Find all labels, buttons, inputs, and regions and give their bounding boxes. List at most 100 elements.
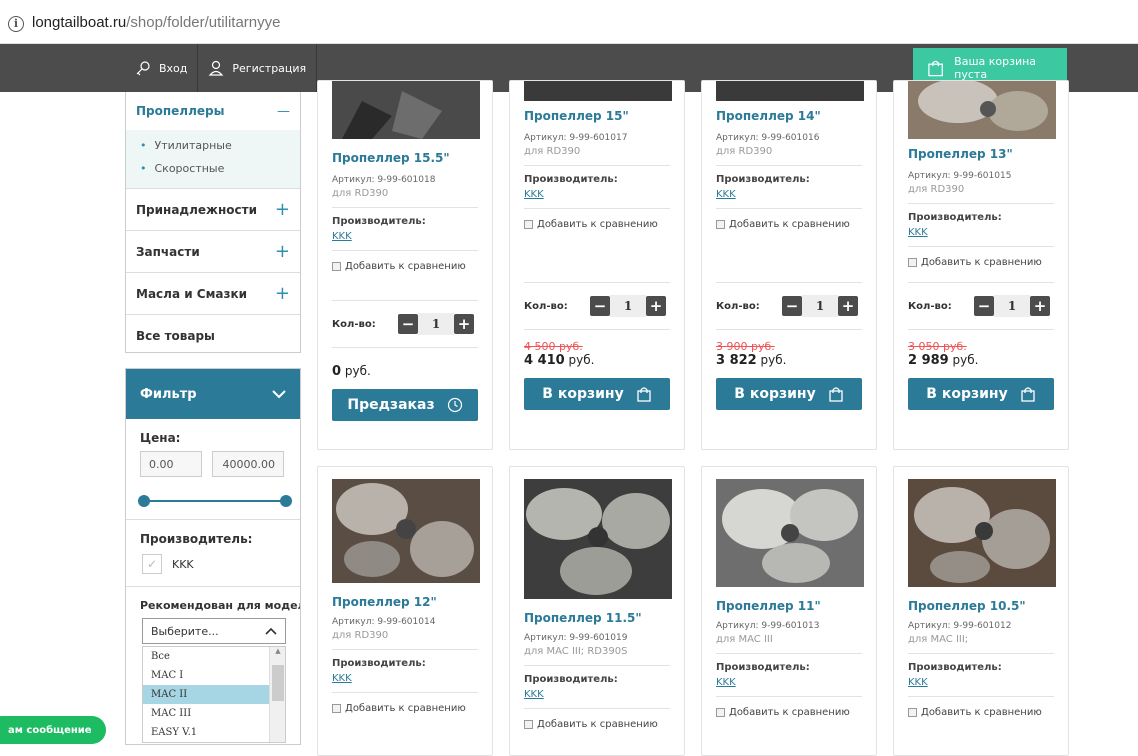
expand-icon[interactable]: + <box>275 241 290 262</box>
subcategory-speed[interactable]: Скоростные <box>126 157 300 180</box>
checkbox[interactable] <box>908 708 917 717</box>
register-link[interactable]: Регистрация <box>198 44 318 92</box>
maker-link[interactable]: KKK <box>702 189 876 200</box>
compare-checkbox[interactable]: Добавить к сравнению <box>510 719 684 730</box>
maker-link[interactable]: KKK <box>318 673 492 684</box>
model-option[interactable]: MAC III <box>143 704 270 723</box>
checkbox[interactable] <box>332 704 341 713</box>
checkbox[interactable] <box>332 262 341 271</box>
product-card[interactable]: Пропеллер 11.5" Артикул: 9-99-601019 для… <box>509 466 685 756</box>
product-image[interactable] <box>524 479 672 599</box>
product-name[interactable]: Пропеллер 10.5" <box>894 599 1068 613</box>
quantity-input[interactable]: 1 <box>610 295 646 317</box>
checkbox[interactable] <box>524 220 533 229</box>
checkbox[interactable] <box>716 708 725 717</box>
model-option[interactable]: MAC I <box>143 666 270 685</box>
compare-checkbox[interactable]: Добавить к сравнению <box>702 219 876 230</box>
minus-button[interactable]: − <box>590 296 610 316</box>
maker-link[interactable]: KKK <box>318 231 492 242</box>
category-propellers[interactable]: Пропеллеры — <box>126 100 300 122</box>
product-image[interactable] <box>332 479 480 583</box>
checkbox[interactable] <box>716 220 725 229</box>
chevron-down-icon[interactable] <box>272 389 286 399</box>
model-option[interactable]: EASY V.1 <box>143 723 270 742</box>
product-name[interactable]: Пропеллер 15" <box>510 109 684 123</box>
category-oils[interactable]: Масла и Смазки + <box>126 273 300 315</box>
model-option[interactable]: Все <box>143 647 270 666</box>
model-option-selected[interactable]: MAC II <box>143 685 270 704</box>
product-card[interactable]: Пропеллер 10.5" Артикул: 9-99-601012 для… <box>893 466 1069 756</box>
product-name[interactable]: Пропеллер 13" <box>894 147 1068 161</box>
minus-button[interactable]: − <box>782 296 802 316</box>
maker-link[interactable]: KKK <box>510 189 684 200</box>
product-name[interactable]: Пропеллер 12" <box>318 595 492 609</box>
filter-header[interactable]: Фильтр <box>126 369 300 419</box>
product-card[interactable]: Пропеллер 11" Артикул: 9-99-601013 для M… <box>701 466 877 756</box>
price-max-input[interactable]: 40000.00 <box>212 451 284 477</box>
product-name[interactable]: Пропеллер 15.5" <box>318 151 492 165</box>
compare-checkbox[interactable]: Добавить к сравнению <box>510 219 684 230</box>
browser-url-bar[interactable]: i longtailboat.ru/shop/folder/utilitarny… <box>0 0 1138 44</box>
plus-button[interactable]: + <box>454 314 474 334</box>
quantity-input[interactable]: 1 <box>418 313 454 335</box>
product-card[interactable]: Пропеллер 13" Артикул: 9-99-601015 для R… <box>893 80 1069 450</box>
product-name[interactable]: Пропеллер 11" <box>702 599 876 613</box>
maker-link[interactable]: KKK <box>510 689 684 700</box>
product-name[interactable]: Пропеллер 11.5" <box>510 611 684 625</box>
maker-link[interactable]: KKK <box>894 227 1068 238</box>
product-name[interactable]: Пропеллер 14" <box>702 109 876 123</box>
subcategory-utility[interactable]: Утилитарные <box>126 134 300 157</box>
collapse-icon[interactable]: — <box>277 104 290 119</box>
compare-checkbox[interactable]: Добавить к сравнению <box>894 257 1068 268</box>
plus-button[interactable]: + <box>646 296 666 316</box>
info-icon[interactable]: i <box>8 16 24 32</box>
price-min-input[interactable]: 0.00 <box>140 451 202 477</box>
compare-checkbox[interactable]: Добавить к сравнению <box>702 707 876 718</box>
product-image[interactable] <box>524 81 672 101</box>
checkbox[interactable] <box>524 720 533 729</box>
category-parts[interactable]: Запчасти + <box>126 231 300 273</box>
plus-button[interactable]: + <box>838 296 858 316</box>
checkbox[interactable] <box>908 258 917 267</box>
compare-checkbox[interactable]: Добавить к сравнению <box>318 261 492 272</box>
slider-min-handle[interactable] <box>138 495 150 507</box>
product-image[interactable] <box>908 81 1056 139</box>
product-image[interactable] <box>332 81 480 139</box>
minus-button[interactable]: − <box>974 296 994 316</box>
slider-max-handle[interactable] <box>280 495 292 507</box>
product-image[interactable] <box>908 479 1056 587</box>
category-accessories[interactable]: Принадлежности + <box>126 189 300 231</box>
add-to-cart-button[interactable]: В корзину <box>908 378 1054 410</box>
chat-widget-button[interactable]: ам сообщение <box>0 716 106 744</box>
scroll-up-icon[interactable]: ▲ <box>270 647 286 659</box>
checkbox[interactable]: ✓ <box>142 554 162 574</box>
category-all[interactable]: Все товары <box>126 315 300 352</box>
plus-button[interactable]: + <box>1030 296 1050 316</box>
product-image[interactable] <box>716 81 864 101</box>
minus-button[interactable]: − <box>398 314 418 334</box>
maker-link[interactable]: KKK <box>894 677 1068 688</box>
product-compat: для RD390 <box>716 146 773 157</box>
url-text[interactable]: longtailboat.ru/shop/folder/utilitarnyye <box>32 14 280 31</box>
preorder-button[interactable]: Предзаказ <box>332 389 478 421</box>
maker-link[interactable]: KKK <box>702 677 876 688</box>
scrollbar-thumb[interactable] <box>272 665 284 701</box>
price-range-slider[interactable] <box>138 495 292 507</box>
models-select[interactable]: Выберите... <box>142 618 286 644</box>
dropdown-scrollbar[interactable]: ▲ <box>269 647 285 742</box>
quantity-input[interactable]: 1 <box>994 295 1030 317</box>
product-image[interactable] <box>716 479 864 587</box>
product-card[interactable]: Пропеллер 12" Артикул: 9-99-601014 для R… <box>317 466 493 756</box>
maker-kkk-option[interactable]: ✓ KKK <box>142 554 300 574</box>
product-card[interactable]: Пропеллер 15.5" Артикул: 9-99-601018 для… <box>317 80 493 450</box>
compare-checkbox[interactable]: Добавить к сравнению <box>318 703 492 714</box>
add-to-cart-button[interactable]: В корзину <box>524 378 670 410</box>
compare-checkbox[interactable]: Добавить к сравнению <box>894 707 1068 718</box>
quantity-input[interactable]: 1 <box>802 295 838 317</box>
product-card[interactable]: Пропеллер 14" Артикул: 9-99-601016 для R… <box>701 80 877 450</box>
login-link[interactable]: Вход <box>125 44 199 92</box>
expand-icon[interactable]: + <box>275 199 290 220</box>
expand-icon[interactable]: + <box>275 283 290 304</box>
add-to-cart-button[interactable]: В корзину <box>716 378 862 410</box>
product-card[interactable]: Пропеллер 15" Артикул: 9-99-601017 для R… <box>509 80 685 450</box>
